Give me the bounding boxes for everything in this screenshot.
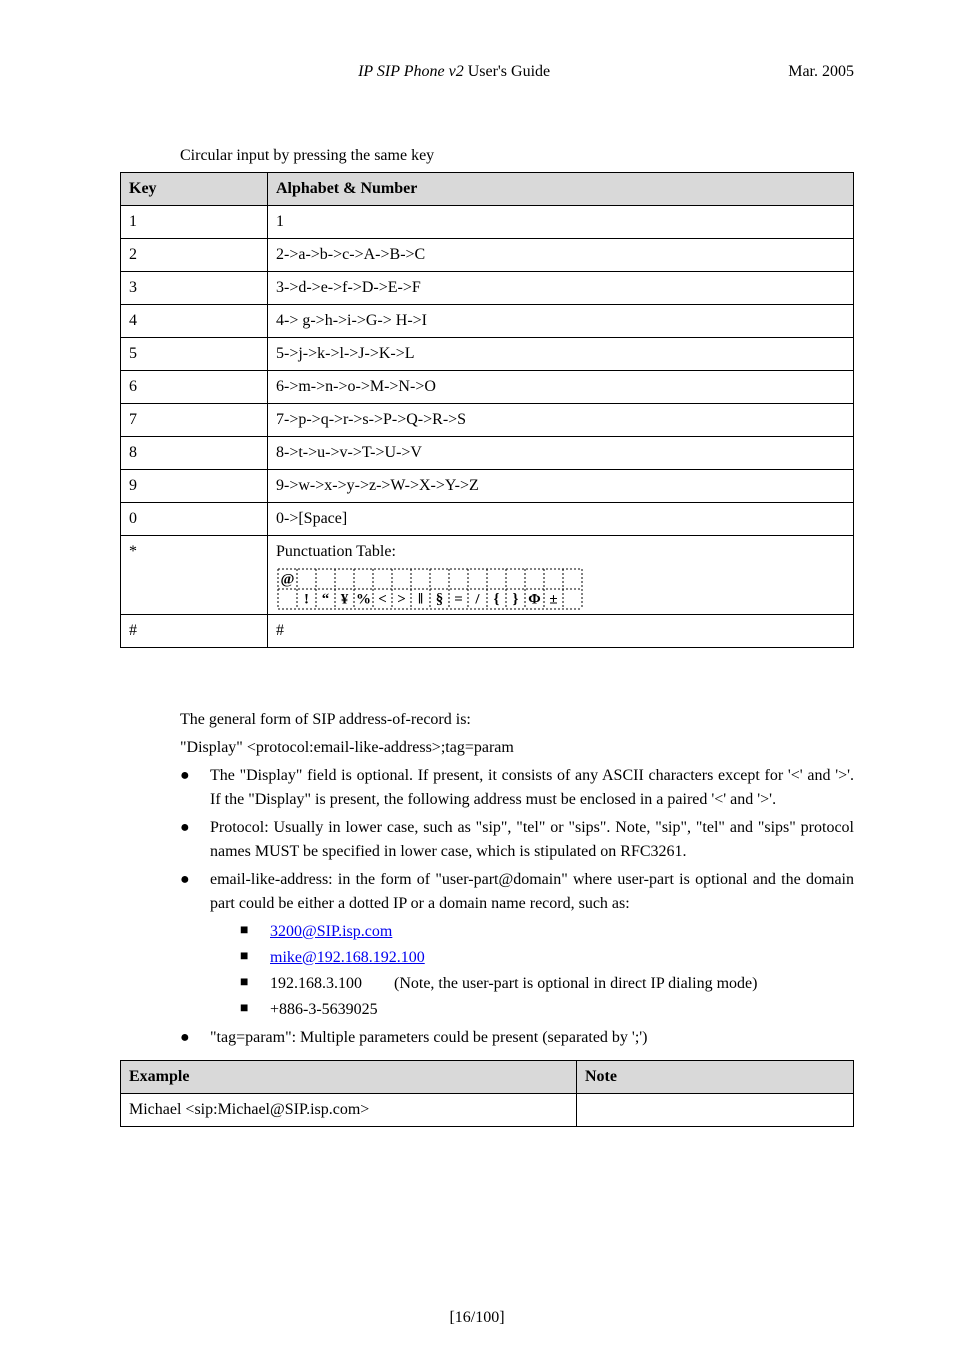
- table-row: 44-> g->h->i->G-> H->I: [121, 305, 854, 338]
- example-table: Example Note Michael <sip:Michael@SIP.is…: [120, 1060, 854, 1127]
- table-row-punctuation: * Punctuation Table: @!“¥%<>‖§=/{}Φ±: [121, 536, 854, 615]
- table-row: ##: [121, 615, 854, 648]
- svg-text:%: %: [356, 591, 371, 607]
- punctuation-label: Punctuation Table:: [276, 543, 396, 560]
- table-row: 99->w->x->y->z->W->X->Y->Z: [121, 470, 854, 503]
- note-header: Note: [577, 1061, 854, 1094]
- bullet-email: email-like-address: in the form of "user…: [180, 868, 854, 1022]
- header-date: Mar. 2005: [788, 60, 854, 84]
- table-row: 11: [121, 206, 854, 239]
- table-row: 22->a->b->c->A->B->C: [121, 239, 854, 272]
- page-header: IP SIP Phone v2 User's Guide Mar. 2005: [120, 60, 854, 84]
- svg-text:<: <: [378, 591, 387, 607]
- svg-text:@: @: [281, 571, 295, 587]
- svg-text:‖: ‖: [418, 591, 423, 607]
- bullet-protocol: Protocol: Usually in lower case, such as…: [180, 816, 854, 864]
- list-item: +886-3-5639025: [240, 998, 854, 1022]
- list-item: 3200@SIP.isp.com: [240, 920, 854, 944]
- punctuation-table-graphic: @! “ ¥% < > ‖ § = / {} Φ ±: [276, 568, 586, 610]
- example-header: Example: [121, 1061, 577, 1094]
- table-row: 77->p->q->r->s->P->Q->R->S: [121, 404, 854, 437]
- svg-text:!: !: [304, 591, 309, 607]
- table-row: 33->d->e->f->D->E->F: [121, 272, 854, 305]
- svg-text:}: }: [513, 591, 519, 607]
- table-caption: Circular input by pressing the same key: [180, 144, 854, 168]
- link-3200[interactable]: 3200@SIP.isp.com: [270, 923, 392, 940]
- bullet-tagparam: "tag=param": Multiple parameters could b…: [180, 1026, 854, 1050]
- svg-text:±: ±: [549, 591, 557, 607]
- svg-text:{: {: [494, 591, 500, 607]
- svg-text:¥: ¥: [341, 591, 349, 607]
- alphabet-header: Alphabet & Number: [268, 173, 854, 206]
- svg-text:=: =: [454, 591, 463, 607]
- page-number: [16/100]: [0, 1309, 954, 1327]
- list-item: 192.168.3.100 (Note, the user-part is op…: [240, 972, 854, 996]
- svg-text:Φ: Φ: [528, 591, 540, 607]
- svg-text:/: /: [474, 591, 480, 607]
- intro-line-1: The general form of SIP address-of-recor…: [180, 708, 854, 732]
- bullet-display: The "Display" field is optional. If pres…: [180, 764, 854, 812]
- svg-text:>: >: [397, 591, 406, 607]
- key-mapping-table: Key Alphabet & Number 11 22->a->b->c->A-…: [120, 172, 854, 648]
- link-mike[interactable]: mike@192.168.192.100: [270, 949, 425, 966]
- list-item: mike@192.168.192.100: [240, 946, 854, 970]
- svg-text:“: “: [322, 591, 330, 607]
- intro-line-2: "Display" <protocol:email-like-address>;…: [180, 736, 854, 760]
- table-row: 00->[Space]: [121, 503, 854, 536]
- key-header: Key: [121, 173, 268, 206]
- table-row: Michael <sip:Michael@SIP.isp.com>: [121, 1094, 854, 1127]
- svg-text:§: §: [436, 591, 444, 607]
- table-row: 66->m->n->o->M->N->O: [121, 371, 854, 404]
- table-row: 88->t->u->v->T->U->V: [121, 437, 854, 470]
- header-title-plain: User's Guide: [464, 63, 550, 80]
- header-title-italic: IP SIP Phone v2: [358, 63, 464, 80]
- table-row: 55->j->k->l->J->K->L: [121, 338, 854, 371]
